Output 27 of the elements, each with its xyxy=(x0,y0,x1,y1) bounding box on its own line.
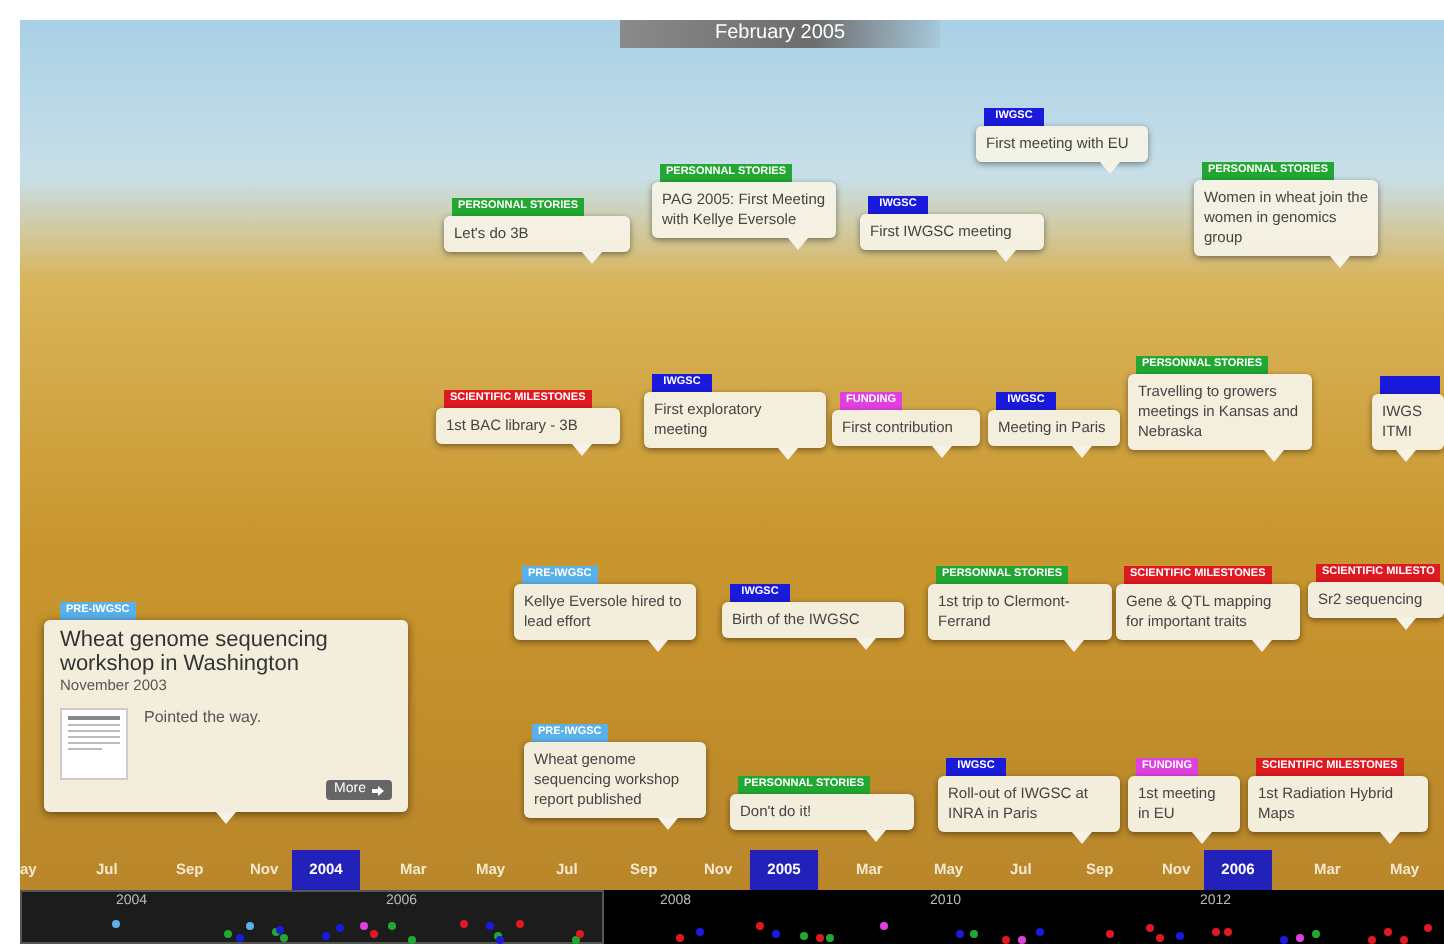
callout-pointer xyxy=(1072,446,1092,458)
callout-pointer xyxy=(778,448,798,460)
event-title: Wheat genome sequencing workshop in Washington xyxy=(60,628,330,676)
callout-pointer xyxy=(1396,618,1416,630)
callout-pointer xyxy=(932,446,952,458)
event-description: Pointed the way. xyxy=(144,708,262,730)
callout-pointer xyxy=(866,830,886,842)
callout-pointer xyxy=(788,238,808,250)
callout-pointer xyxy=(1396,450,1416,462)
callout-pointer xyxy=(1192,832,1212,844)
callout-pointer xyxy=(1264,450,1284,462)
callout-pointer xyxy=(582,252,602,264)
callout-pointer xyxy=(658,818,678,830)
callout-pointer xyxy=(996,250,1016,262)
callout-pointer xyxy=(572,444,592,456)
date-banner: February 2005 xyxy=(620,20,940,48)
callout-pointer xyxy=(1072,832,1092,844)
callout-pointer xyxy=(1380,832,1400,844)
callout-pointer xyxy=(1100,162,1120,174)
visible-range-window[interactable] xyxy=(20,890,604,944)
document-thumbnail xyxy=(60,708,128,780)
callout-pointer xyxy=(856,638,876,650)
callout-pointer xyxy=(1252,640,1272,652)
arrow-right-icon xyxy=(372,785,384,795)
callout-pointer xyxy=(1330,256,1350,268)
callout-pointer xyxy=(1064,640,1084,652)
callout-pointer xyxy=(648,640,668,652)
